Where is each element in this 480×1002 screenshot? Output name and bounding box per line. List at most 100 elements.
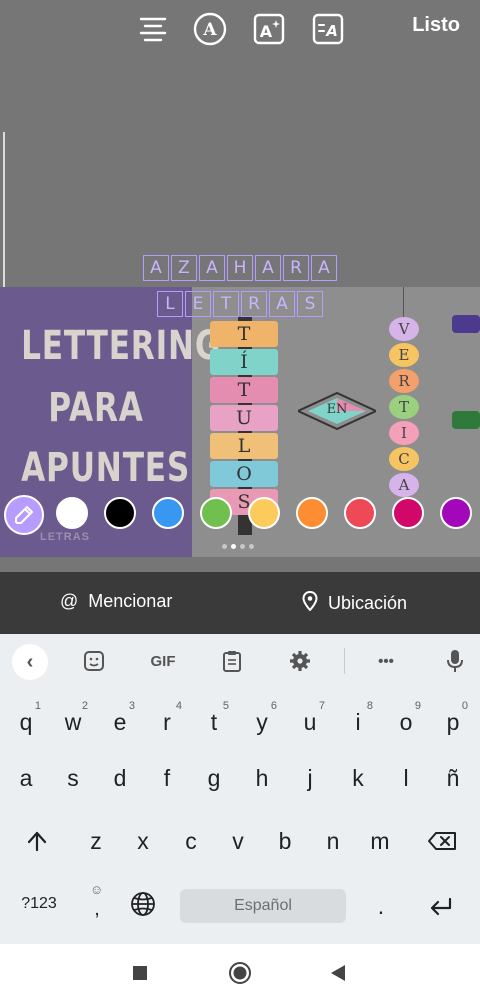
key-w[interactable]: w2 [52, 698, 94, 746]
color-swatch[interactable] [344, 497, 376, 529]
key-u[interactable]: u7 [289, 698, 331, 746]
color-swatch[interactable] [392, 497, 424, 529]
key-o[interactable]: o9 [385, 698, 427, 746]
color-swatch[interactable] [296, 497, 328, 529]
microphone-icon[interactable] [441, 648, 469, 674]
key-a[interactable]: a [5, 754, 47, 802]
done-button[interactable]: Listo [412, 14, 460, 37]
key-d[interactable]: d [99, 754, 141, 802]
key-e[interactable]: e3 [99, 698, 141, 746]
sticker-letter: A [143, 255, 169, 281]
keyboard: ‹ GIF ••• q1 w2 e3 r4 t5 y6 u7 i8 o9 p0 … [0, 634, 480, 944]
key-f[interactable]: f [146, 754, 188, 802]
bead: V [389, 317, 419, 341]
key-r[interactable]: r4 [146, 698, 188, 746]
period-key[interactable]: . [360, 889, 402, 923]
key-hint: 3 [128, 700, 135, 712]
key-p[interactable]: p0 [432, 698, 474, 746]
key-y[interactable]: y6 [241, 698, 283, 746]
key-b[interactable]: b [264, 817, 306, 865]
key-x[interactable]: x [122, 817, 164, 865]
key-h[interactable]: h [241, 754, 283, 802]
title-tile: T [210, 377, 278, 403]
backspace-icon[interactable] [418, 817, 466, 865]
color-swatch[interactable] [152, 497, 184, 529]
text-animation-icon[interactable]: A [311, 12, 345, 46]
sticker-letter: R [241, 291, 267, 317]
comma-key[interactable]: ☺ , [76, 880, 118, 928]
key-hint: 9 [414, 700, 421, 712]
color-swatch[interactable] [200, 497, 232, 529]
action-bar: @ Mencionar Ubicación [0, 572, 480, 634]
text-effect-icon[interactable]: A [252, 12, 286, 46]
keyboard-row: q1 w2 e3 r4 t5 y6 u7 i8 o9 p0 [0, 698, 480, 754]
key-v[interactable]: v [217, 817, 259, 865]
key-j[interactable]: j [289, 754, 331, 802]
sticker-text-line[interactable]: A Z A H A R A [0, 255, 480, 281]
card-word: LETTERING [21, 323, 222, 369]
keyboard-toolbar: ‹ GIF ••• [0, 634, 480, 688]
svg-text:A: A [325, 22, 338, 40]
recent-apps-icon[interactable] [132, 965, 148, 986]
title-tile: U [210, 405, 278, 431]
svg-text:A: A [202, 20, 217, 40]
globe-icon[interactable] [122, 880, 164, 928]
color-swatch[interactable] [56, 497, 88, 529]
gif-button[interactable]: GIF [146, 648, 180, 674]
key-s[interactable]: s [52, 754, 94, 802]
system-nav-bar [0, 944, 480, 1002]
bead: A [389, 473, 419, 497]
enter-arrow-icon[interactable] [420, 889, 462, 923]
svg-text:A: A [260, 22, 273, 41]
sticker-icon[interactable] [80, 648, 108, 674]
settings-gear-icon[interactable] [286, 648, 314, 674]
at-sign-icon: @ [60, 591, 79, 611]
sticker-letter: H [227, 255, 253, 281]
emoji-hint-icon: ☺ [90, 882, 104, 897]
key-label: e [113, 708, 127, 735]
color-swatch[interactable] [440, 497, 472, 529]
key-n-tilde[interactable]: ñ [432, 754, 474, 802]
mention-button[interactable]: @ Mencionar [60, 591, 172, 612]
sticker-letter: R [283, 255, 309, 281]
clipboard-icon[interactable] [218, 648, 246, 674]
home-icon[interactable] [228, 961, 252, 990]
font-style-icon[interactable]: A [193, 12, 227, 46]
collapse-chevron-icon[interactable]: ‹ [12, 644, 48, 680]
location-button[interactable]: Ubicación [302, 590, 407, 616]
color-swatch[interactable] [248, 497, 280, 529]
align-icon[interactable] [136, 12, 170, 46]
title-tile: O [210, 461, 278, 487]
eyedropper-icon[interactable] [4, 495, 44, 535]
sticker-text-line[interactable]: L E T R A S [0, 291, 480, 317]
color-swatch[interactable] [104, 497, 136, 529]
key-l[interactable]: l [385, 754, 427, 802]
key-label: i [355, 708, 361, 735]
keyboard-row: a s d f g h j k l ñ [0, 754, 480, 810]
space-bar[interactable]: Español [180, 889, 346, 923]
key-t[interactable]: t5 [193, 698, 235, 746]
symbols-key[interactable]: ?123 [14, 880, 64, 928]
bead: I [389, 421, 419, 445]
more-options-icon[interactable]: ••• [372, 648, 400, 674]
page-indicator-dot [249, 544, 254, 549]
bead: C [389, 447, 419, 471]
keyboard-row: z x c v b n m [0, 817, 480, 873]
key-m[interactable]: m [359, 817, 401, 865]
key-c[interactable]: c [170, 817, 212, 865]
key-k[interactable]: k [337, 754, 379, 802]
key-n[interactable]: n [312, 817, 354, 865]
key-i[interactable]: i8 [337, 698, 379, 746]
sticker-letter: T [213, 291, 239, 317]
toolbar-divider [344, 648, 345, 674]
sticker-letter: A [255, 255, 281, 281]
key-hint: 6 [270, 700, 277, 712]
page-indicator-dot [222, 544, 227, 549]
sticker-letter: A [199, 255, 225, 281]
shift-arrow-icon[interactable] [16, 817, 58, 865]
back-icon[interactable] [330, 964, 346, 987]
comma-label: , [94, 897, 100, 920]
key-g[interactable]: g [193, 754, 235, 802]
key-q[interactable]: q1 [5, 698, 47, 746]
key-z[interactable]: z [75, 817, 117, 865]
